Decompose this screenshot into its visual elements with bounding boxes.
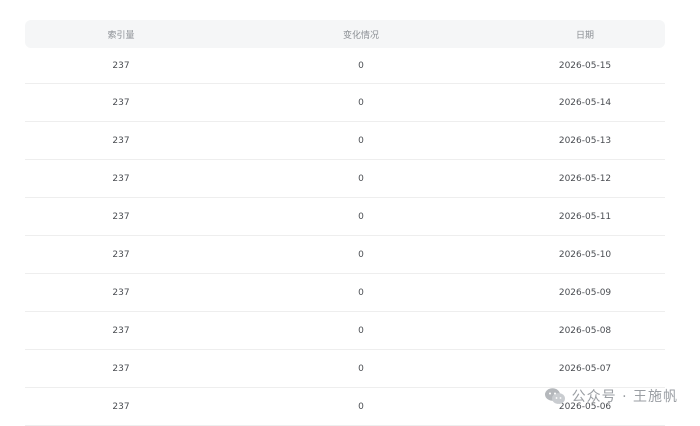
column-header-date: 日期 bbox=[575, 30, 594, 41]
cell-index: 237 bbox=[112, 173, 130, 184]
cell-change: 0 bbox=[358, 135, 364, 146]
cell-date: 2026-05-12 bbox=[558, 173, 612, 184]
table-row: 237 0 2026-05-10 bbox=[25, 236, 665, 274]
cell-change: 0 bbox=[358, 287, 364, 298]
table-row: 237 0 2026-05-07 bbox=[25, 350, 665, 388]
cell-date: 2026-05-11 bbox=[558, 211, 612, 222]
cell-date: 2026-05-14 bbox=[558, 97, 612, 108]
cell-index: 237 bbox=[112, 97, 130, 108]
column-header-index: 索引量 bbox=[107, 30, 135, 41]
table-header: 索引量 变化情况 日期 bbox=[25, 20, 665, 48]
page: 索引量 变化情况 日期 237 0 2026-05-15 237 0 2026-… bbox=[0, 0, 700, 426]
cell-index: 237 bbox=[112, 363, 130, 374]
cell-change: 0 bbox=[358, 173, 364, 184]
table-body: 237 0 2026-05-15 237 0 2026-05-14 237 0 … bbox=[25, 48, 665, 426]
column-header-change: 变化情况 bbox=[342, 30, 379, 41]
cell-index: 237 bbox=[112, 401, 130, 412]
cell-change: 0 bbox=[358, 211, 364, 222]
table-row: 237 0 2026-05-14 bbox=[25, 84, 665, 122]
wechat-icon bbox=[544, 387, 566, 405]
table-row: 237 0 2026-05-11 bbox=[25, 198, 665, 236]
cell-date: 2026-05-08 bbox=[558, 325, 612, 336]
watermark-text: 公众号 · 王施帆 bbox=[571, 389, 678, 405]
cell-index: 237 bbox=[112, 60, 130, 71]
cell-change: 0 bbox=[358, 401, 364, 412]
cell-change: 0 bbox=[358, 249, 364, 260]
cell-change: 0 bbox=[358, 97, 364, 108]
index-table: 索引量 变化情况 日期 237 0 2026-05-15 237 0 2026-… bbox=[25, 20, 665, 426]
cell-index: 237 bbox=[112, 249, 130, 260]
table-row: 237 0 2026-05-09 bbox=[25, 274, 665, 312]
cell-date: 2026-05-15 bbox=[558, 60, 612, 71]
table-row: 237 0 2026-05-15 bbox=[25, 48, 665, 84]
cell-date: 2026-05-09 bbox=[558, 287, 612, 298]
cell-change: 0 bbox=[358, 60, 364, 71]
cell-index: 237 bbox=[112, 325, 130, 336]
table-row: 237 0 2026-05-13 bbox=[25, 122, 665, 160]
table-row: 237 0 2026-05-12 bbox=[25, 160, 665, 198]
watermark: 公众号 · 王施帆 bbox=[544, 386, 678, 406]
cell-date: 2026-05-10 bbox=[558, 249, 612, 260]
cell-date: 2026-05-13 bbox=[558, 135, 612, 146]
cell-date: 2026-05-07 bbox=[558, 363, 612, 374]
cell-change: 0 bbox=[358, 363, 364, 374]
cell-index: 237 bbox=[112, 135, 130, 146]
table-row: 237 0 2026-05-08 bbox=[25, 312, 665, 350]
cell-change: 0 bbox=[358, 325, 364, 336]
cell-index: 237 bbox=[112, 211, 130, 222]
cell-index: 237 bbox=[112, 287, 130, 298]
